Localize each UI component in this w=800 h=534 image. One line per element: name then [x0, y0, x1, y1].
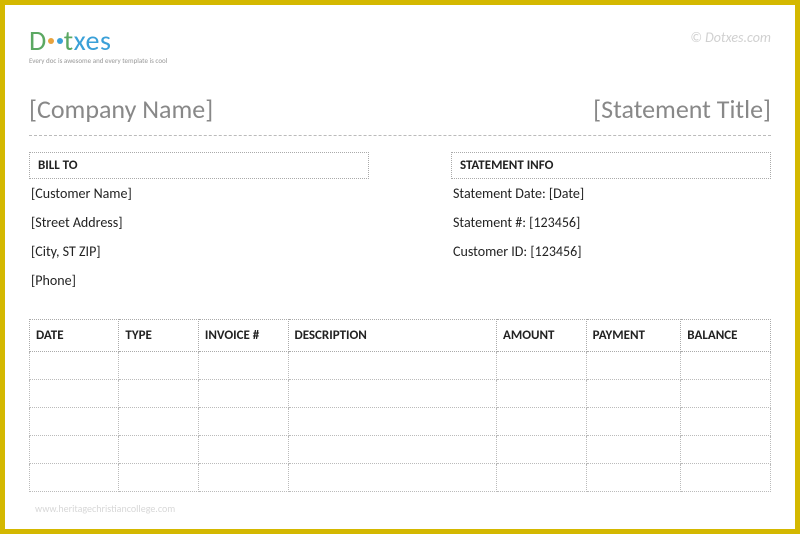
- company-name-placeholder: [Company Name]: [29, 93, 213, 125]
- col-header-balance: BALANCE: [681, 320, 771, 352]
- col-header-payment: PAYMENT: [586, 320, 681, 352]
- customer-id-value: [123456]: [530, 243, 581, 260]
- statement-info-block: STATEMENT INFO Statement Date: [Date] St…: [451, 152, 771, 295]
- logo-dots-icon: [48, 38, 63, 44]
- col-header-date: DATE: [30, 320, 119, 352]
- bill-to-header: BILL TO: [29, 152, 369, 179]
- col-header-amount: AMOUNT: [496, 320, 586, 352]
- customer-name: [Customer Name]: [29, 179, 369, 208]
- statement-date-value: [Date]: [549, 185, 584, 202]
- col-header-description: DESCRIPTION: [288, 320, 496, 352]
- divider: [29, 135, 771, 136]
- logo-letter-t: t: [64, 23, 74, 58]
- phone: [Phone]: [29, 266, 369, 295]
- table-row: [30, 352, 771, 380]
- customer-id-label: Customer ID:: [453, 243, 530, 260]
- city-state-zip: [City, ST ZIP]: [29, 237, 369, 266]
- table-header-row: DATE TYPE INVOICE # DESCRIPTION AMOUNT P…: [30, 320, 771, 352]
- logo: D t xes Every doc is awesome and every t…: [29, 23, 167, 65]
- logo-text: D t xes: [29, 23, 167, 58]
- table-row: [30, 464, 771, 492]
- statement-info-header: STATEMENT INFO: [451, 152, 771, 179]
- table-row: [30, 408, 771, 436]
- statement-number: Statement #: [123456]: [451, 208, 771, 237]
- bill-to-block: BILL TO [Customer Name] [Street Address]…: [29, 152, 369, 295]
- statement-title-placeholder: [Statement Title]: [593, 93, 771, 125]
- statement-date-label: Statement Date:: [453, 185, 549, 202]
- statement-number-label: Statement #:: [453, 214, 529, 231]
- col-header-invoice: INVOICE #: [198, 320, 288, 352]
- statement-date: Statement Date: [Date]: [451, 179, 771, 208]
- statement-table: DATE TYPE INVOICE # DESCRIPTION AMOUNT P…: [29, 319, 771, 492]
- statement-number-value: [123456]: [529, 214, 580, 231]
- street-address: [Street Address]: [29, 208, 369, 237]
- logo-tagline: Every doc is awesome and every template …: [29, 56, 167, 65]
- table-row: [30, 436, 771, 464]
- col-header-type: TYPE: [119, 320, 199, 352]
- table-row: [30, 380, 771, 408]
- logo-xes: xes: [74, 23, 112, 58]
- footer-url: www.heritagechristiancollege.com: [35, 502, 175, 515]
- logo-letter-d: D: [29, 23, 47, 58]
- customer-id: Customer ID: [123456]: [451, 237, 771, 266]
- watermark: © Dotxes.com: [690, 29, 771, 46]
